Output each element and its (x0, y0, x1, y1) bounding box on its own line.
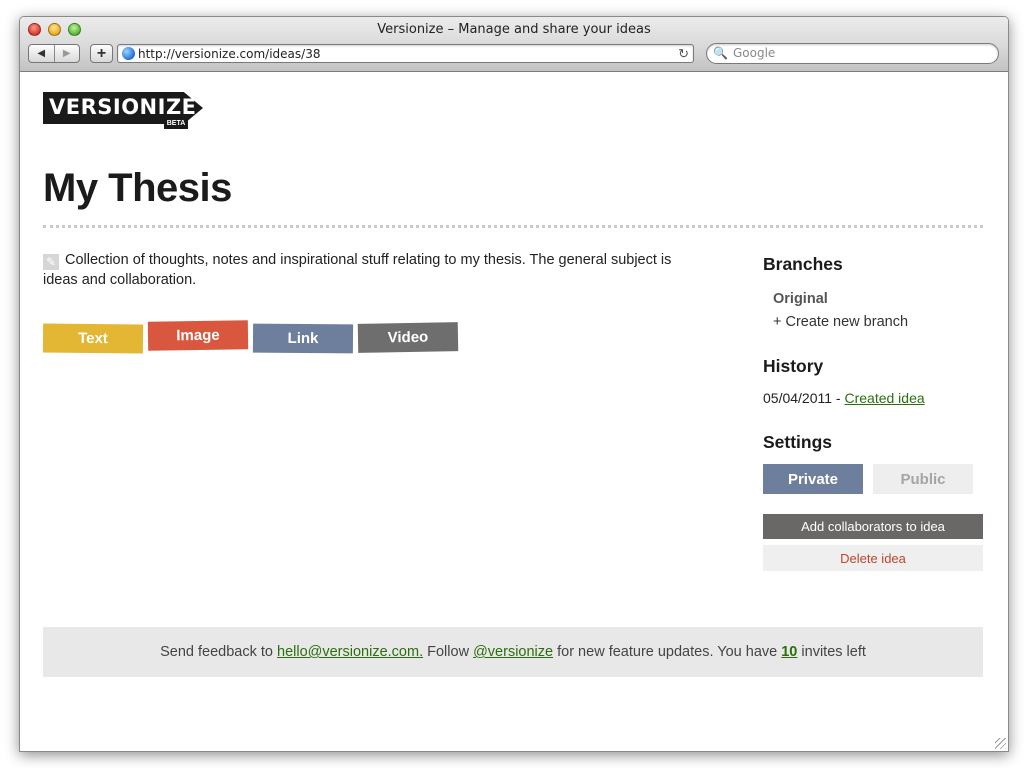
add-image-button[interactable]: Image (147, 320, 249, 351)
window-resize-grip[interactable] (995, 738, 1006, 749)
add-link-button[interactable]: Link (252, 323, 354, 354)
twitter-link[interactable]: @versionize (473, 644, 553, 660)
invites-count[interactable]: 10 (781, 644, 797, 660)
create-branch-link[interactable]: + Create new branch (773, 314, 908, 330)
browser-window: Versionize – Manage and share your ideas… (19, 16, 1009, 752)
history-heading: History (763, 356, 824, 376)
add-collaborators-button[interactable]: Add collaborators to idea (763, 514, 983, 539)
add-text-button[interactable]: Text (42, 323, 144, 354)
page-title: My Thesis (43, 166, 232, 210)
address-bar[interactable]: http://versionize.com/ideas/38 ↻ (117, 44, 694, 63)
search-icon: 🔍 (713, 46, 728, 60)
forward-button[interactable]: ▶ (53, 45, 80, 62)
title-divider (43, 225, 983, 228)
window-title: Versionize – Manage and share your ideas (377, 22, 651, 37)
footer-text-4: invites left (801, 644, 866, 660)
feedback-email-link[interactable]: hello@versionize.com. (277, 644, 423, 660)
branches-heading: Branches (763, 254, 843, 274)
delete-idea-button[interactable]: Delete idea (763, 545, 983, 571)
footer-text-2: Follow (427, 644, 470, 660)
public-toggle-button[interactable]: Public (873, 464, 973, 494)
add-video-button[interactable]: Video (357, 322, 459, 353)
history-action-link[interactable]: Created idea (844, 390, 924, 406)
description-text: Collection of thoughts, notes and inspir… (43, 252, 672, 288)
beta-badge: BETA (164, 119, 188, 129)
add-bookmark-button[interactable]: + (90, 44, 113, 63)
idea-description: ✎ Collection of thoughts, notes and inspi… (43, 250, 673, 290)
back-forward-group: ◀ ▶ (28, 44, 80, 63)
search-field[interactable]: 🔍 (706, 43, 999, 64)
footer-text-1: Send feedback to (160, 644, 273, 660)
logo-text: VERSIONIZE (49, 95, 197, 119)
page-content: VERSIONIZE BETA My Thesis ✎ Collection of… (20, 72, 1008, 751)
pencil-icon[interactable]: ✎ (43, 254, 59, 270)
globe-icon (122, 47, 135, 60)
history-separator: - (832, 390, 845, 406)
history-date: 05/04/2011 (763, 390, 833, 406)
reload-icon[interactable]: ↻ (678, 45, 689, 62)
footer-text-3: for new feature updates. You have (557, 644, 778, 660)
url-text[interactable]: http://versionize.com/ideas/38 (138, 46, 320, 62)
back-button[interactable]: ◀ (29, 45, 54, 62)
feedback-footer: Send feedback to hello@versionize.com. F… (43, 627, 983, 677)
private-toggle-button[interactable]: Private (763, 464, 863, 494)
browser-toolbar: Versionize – Manage and share your ideas… (20, 17, 1008, 72)
branch-original[interactable]: Original (773, 291, 828, 307)
history-entry: 05/04/2011 - Created idea (763, 390, 925, 406)
settings-heading: Settings (763, 432, 833, 452)
search-input[interactable] (733, 45, 883, 62)
